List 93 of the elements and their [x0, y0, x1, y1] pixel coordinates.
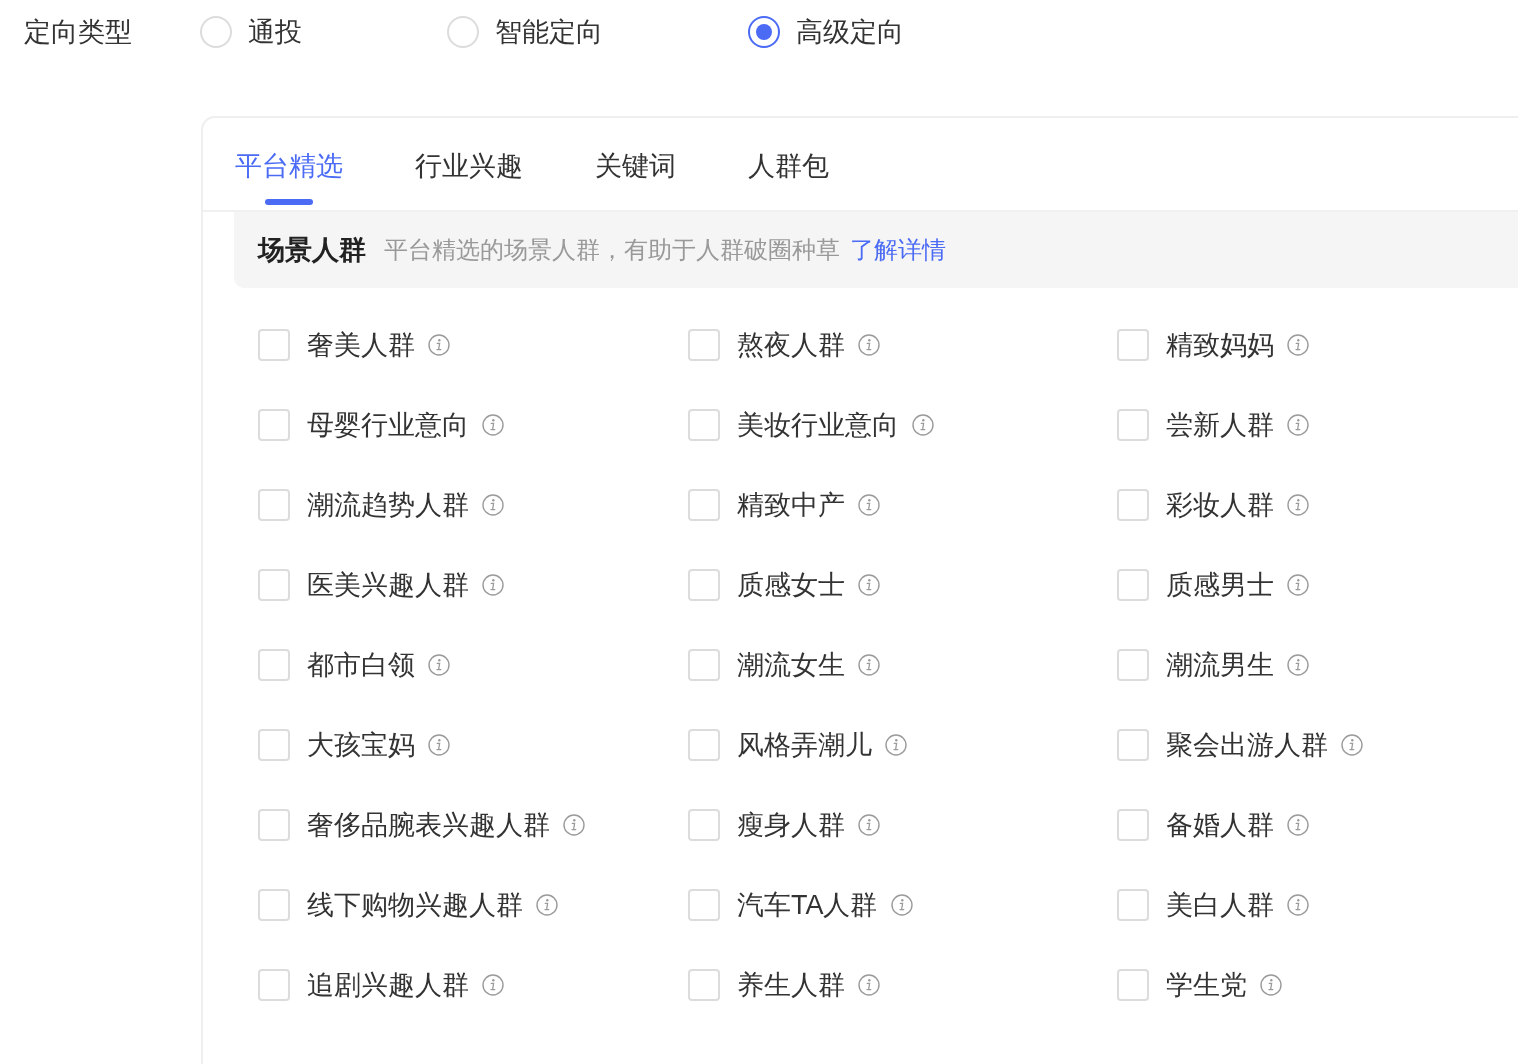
info-icon — [536, 894, 558, 916]
checkbox[interactable] — [258, 729, 290, 761]
info-icon — [1287, 654, 1309, 676]
checkbox[interactable] — [1117, 809, 1149, 841]
checkbox[interactable] — [258, 969, 290, 1001]
radio-option[interactable]: 智能定向 — [447, 16, 603, 48]
section-title: 场景人群 — [258, 234, 366, 266]
audience-label: 风格弄潮儿 — [737, 729, 872, 761]
audience-label: 彩妆人群 — [1166, 489, 1274, 521]
checkbox[interactable] — [688, 329, 720, 361]
audience-label: 质感男士 — [1166, 569, 1274, 601]
checkbox[interactable] — [1117, 409, 1149, 441]
checkbox[interactable] — [688, 889, 720, 921]
audience-label: 潮流女生 — [737, 649, 845, 681]
audience-label: 母婴行业意向 — [307, 409, 469, 441]
audience-label: 汽车TA人群 — [737, 889, 878, 921]
info-icon — [858, 974, 880, 996]
info-icon — [1260, 974, 1282, 996]
checkbox[interactable] — [1117, 489, 1149, 521]
info-icon — [428, 734, 450, 756]
audience-label: 医美兴趣人群 — [307, 569, 469, 601]
info-icon — [858, 814, 880, 836]
info-icon — [428, 654, 450, 676]
checkbox[interactable] — [688, 729, 720, 761]
audience-label: 精致妈妈 — [1166, 329, 1274, 361]
checkbox[interactable] — [688, 649, 720, 681]
info-icon — [1287, 574, 1309, 596]
audience-label: 追剧兴趣人群 — [307, 969, 469, 1001]
audience-label: 美白人群 — [1166, 889, 1274, 921]
info-icon — [858, 334, 880, 356]
audience-label: 都市白领 — [307, 649, 415, 681]
checkbox[interactable] — [688, 489, 720, 521]
audience-label: 质感女士 — [737, 569, 845, 601]
checkbox[interactable] — [1117, 329, 1149, 361]
info-icon — [563, 814, 585, 836]
audience-label: 线下购物兴趣人群 — [307, 889, 523, 921]
audience-label: 精致中产 — [737, 489, 845, 521]
info-icon — [1287, 334, 1309, 356]
radio-option[interactable]: 高级定向 — [748, 16, 904, 48]
tab[interactable]: 行业兴趣 — [415, 118, 523, 210]
checkbox[interactable] — [258, 489, 290, 521]
audience-label: 美妆行业意向 — [737, 409, 899, 441]
info-icon — [482, 574, 504, 596]
audience-label: 潮流趋势人群 — [307, 489, 469, 521]
checkbox[interactable] — [258, 809, 290, 841]
audience-label: 备婚人群 — [1166, 809, 1274, 841]
checkbox[interactable] — [1117, 889, 1149, 921]
info-icon — [1287, 894, 1309, 916]
audience-label: 养生人群 — [737, 969, 845, 1001]
info-icon — [1287, 814, 1309, 836]
audience-label: 熬夜人群 — [737, 329, 845, 361]
checkbox[interactable] — [1117, 969, 1149, 1001]
checkbox[interactable] — [258, 649, 290, 681]
audience-label: 学生党 — [1166, 969, 1247, 1001]
info-icon — [912, 414, 934, 436]
tab[interactable]: 关键词 — [595, 118, 676, 210]
checkbox[interactable] — [1117, 729, 1149, 761]
checkbox[interactable] — [1117, 569, 1149, 601]
info-icon — [890, 894, 913, 916]
radio-option[interactable]: 通投 — [200, 16, 302, 48]
info-icon — [428, 334, 450, 356]
checkbox[interactable] — [688, 969, 720, 1001]
audience-label: 奢美人群 — [307, 329, 415, 361]
info-icon — [858, 574, 880, 596]
audience-label: 奢侈品腕表兴趣人群 — [307, 809, 550, 841]
tab-underline — [265, 199, 313, 205]
audience-label: 瘦身人群 — [737, 809, 845, 841]
checkbox[interactable] — [688, 809, 720, 841]
audience-label: 尝新人群 — [1166, 409, 1274, 441]
info-icon — [1287, 494, 1309, 516]
info-icon — [482, 414, 504, 436]
learn-more-link[interactable]: 了解详情 — [850, 235, 946, 265]
info-icon — [1341, 734, 1363, 756]
audience-label: 聚会出游人群 — [1166, 729, 1328, 761]
audience-label: 大孩宝妈 — [307, 729, 415, 761]
checkbox[interactable] — [258, 569, 290, 601]
checkbox[interactable] — [688, 409, 720, 441]
info-icon — [858, 494, 880, 516]
info-icon — [482, 494, 504, 516]
info-icon — [1287, 414, 1309, 436]
tab[interactable]: 人群包 — [748, 118, 829, 210]
section-description: 平台精选的场景人群，有助于人群破圈种草 — [384, 235, 840, 265]
field-label: 定向类型 — [24, 16, 133, 48]
checkbox[interactable] — [258, 409, 290, 441]
info-icon — [482, 974, 504, 996]
info-icon — [858, 654, 880, 676]
tab[interactable]: 平台精选 — [235, 118, 343, 210]
checkbox[interactable] — [258, 889, 290, 921]
audience-label: 潮流男生 — [1166, 649, 1274, 681]
checkbox[interactable] — [258, 329, 290, 361]
info-icon — [885, 734, 907, 756]
checkbox[interactable] — [688, 569, 720, 601]
checkbox[interactable] — [1117, 649, 1149, 681]
